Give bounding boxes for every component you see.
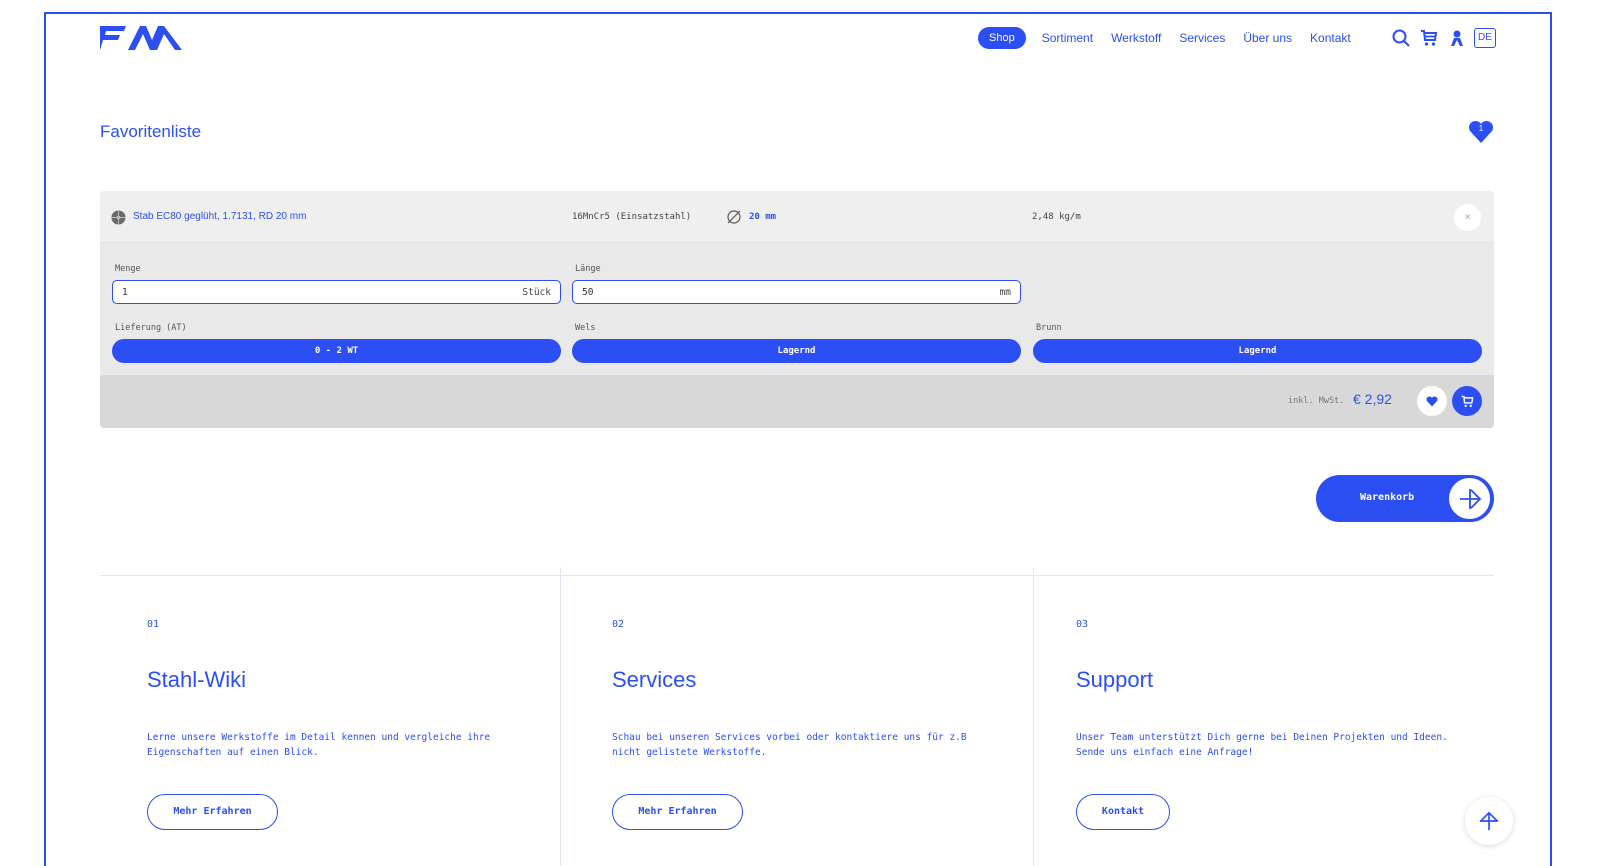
header-icons: DE	[1390, 26, 1496, 50]
column-number: 01	[147, 619, 160, 630]
nav-shop[interactable]: Shop	[978, 27, 1026, 49]
column-text: Lerne unsere Werkstoffe im Detail kennen…	[147, 732, 491, 758]
column-divider	[1033, 568, 1034, 866]
favorite-toggle-button[interactable]	[1417, 386, 1447, 416]
arrow-up-icon	[1479, 811, 1499, 831]
laenge-label: Länge	[575, 264, 601, 274]
cart-icon[interactable]	[1418, 27, 1440, 49]
language-switch[interactable]: DE	[1474, 28, 1496, 48]
column-title: Stahl-Wiki	[147, 667, 247, 692]
column-title: Services	[612, 667, 697, 692]
section-divider	[100, 575, 1494, 576]
column-number: 03	[1076, 619, 1089, 630]
favorite-item-card: Stab EC80 geglüht, 1.7131, RD 20 mm 16Mn…	[100, 191, 1494, 428]
favorites-count: 1	[1478, 124, 1484, 133]
nav-werkstoff[interactable]: Werkstoff	[1111, 31, 1161, 45]
product-diameter: 20 mm	[749, 212, 777, 222]
diameter-icon	[727, 210, 741, 224]
page-title: Favoritenliste	[100, 122, 202, 141]
nav-services[interactable]: Services	[1179, 31, 1225, 45]
column-text: Unser Team unterstützt Dich gerne bei De…	[1076, 732, 1448, 758]
wels-stock-badge: Lagernd	[572, 339, 1021, 363]
laenge-unit: mm	[999, 287, 1011, 298]
product-weight: 2,48 kg/m	[1032, 212, 1081, 222]
column-title: Support	[1076, 667, 1154, 692]
vat-note: inkl. MwSt.	[1288, 396, 1345, 406]
steel-product-icon	[111, 210, 126, 225]
lieferung-label: Lieferung (AT)	[115, 323, 187, 333]
wels-label: Wels	[575, 323, 596, 333]
remove-item-button[interactable]: ×	[1454, 204, 1481, 231]
menge-label: Menge	[115, 264, 141, 274]
product-name[interactable]: Stab EC80 geglüht, 1.7131, RD 20 mm	[133, 211, 306, 222]
menge-value: 1	[122, 287, 128, 298]
scroll-to-top-button[interactable]	[1465, 797, 1513, 845]
heart-icon	[1426, 395, 1438, 407]
item-footer: inkl. MwSt. € 2,92	[100, 375, 1494, 428]
services-button[interactable]: Mehr Erfahren	[612, 794, 743, 830]
laenge-input[interactable]: 50 mm	[572, 280, 1021, 304]
nav-kontakt[interactable]: Kontakt	[1310, 31, 1351, 45]
item-header: Stab EC80 geglüht, 1.7131, RD 20 mm 16Mn…	[100, 191, 1494, 243]
warenkorb-label: Warenkorb	[1360, 492, 1415, 503]
cart-icon	[1461, 395, 1473, 407]
laenge-value: 50	[582, 287, 594, 298]
favorites-heart-icon[interactable]: 1	[1468, 120, 1494, 144]
warenkorb-button[interactable]: Warenkorb	[1316, 475, 1494, 522]
item-price: € 2,92	[1353, 391, 1392, 407]
brunn-stock-badge: Lagernd	[1033, 339, 1482, 363]
column-text: Schau bei unseren Services vorbei oder k…	[612, 732, 967, 758]
brunn-label: Brunn	[1036, 323, 1062, 333]
column-divider	[560, 568, 561, 866]
lieferung-badge: 0 - 2 WT	[112, 339, 561, 363]
kontakt-button[interactable]: Kontakt	[1076, 794, 1170, 830]
nav-sortiment[interactable]: Sortiment	[1042, 31, 1093, 45]
column-number: 02	[612, 619, 625, 630]
menge-input[interactable]: 1 Stück	[112, 280, 561, 304]
user-icon[interactable]	[1446, 27, 1468, 49]
add-to-cart-button[interactable]	[1452, 386, 1482, 416]
stahl-wiki-button[interactable]: Mehr Erfahren	[147, 794, 278, 830]
main-nav: Shop Sortiment Werkstoff Services Über u…	[978, 26, 1369, 50]
arrow-right-icon	[1448, 477, 1491, 520]
search-icon[interactable]	[1390, 27, 1412, 49]
nav-ueber-uns[interactable]: Über uns	[1243, 31, 1292, 45]
product-material: 16MnCr5 (Einsatzstahl)	[572, 212, 692, 222]
menge-unit: Stück	[522, 287, 551, 298]
fm-logo[interactable]	[100, 26, 182, 50]
